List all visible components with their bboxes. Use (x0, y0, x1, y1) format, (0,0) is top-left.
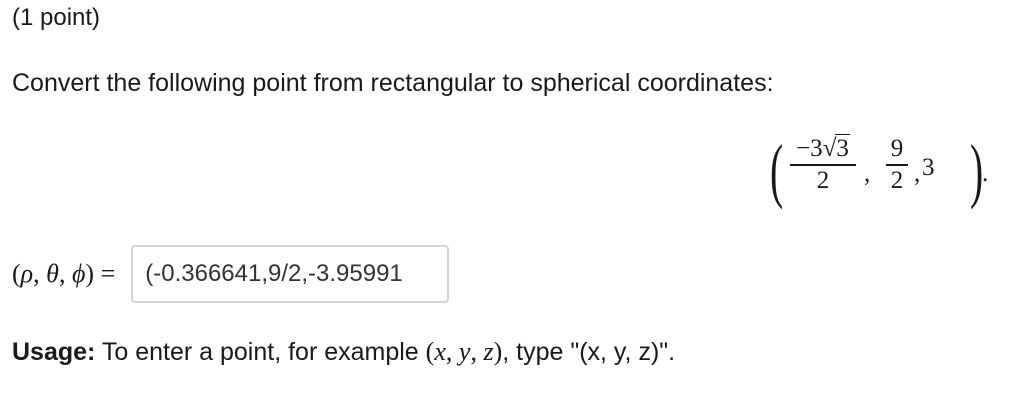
example-comma: , (470, 337, 484, 366)
y-numerator: 9 (890, 135, 904, 162)
example-z: z (483, 337, 494, 366)
label-comma: , (33, 259, 47, 288)
answer-row: (ρ, θ, ϕ) = (12, 244, 450, 304)
usage-text-after: , type "(x, y, z)". (502, 338, 676, 366)
phi-symbol: ϕ (71, 259, 86, 288)
separator-comma: , (914, 160, 921, 187)
usage-text-before: To enter a point, for example (95, 338, 426, 366)
open-paren: ( (770, 130, 784, 210)
x-fraction: −3√3 2 (790, 134, 856, 196)
x-numerator-radicand: 3 (835, 134, 850, 162)
example-y: y (458, 337, 471, 366)
example-x: x (434, 337, 446, 366)
end-dot: . (982, 160, 989, 187)
problem-prompt: Convert the following point from rectang… (12, 69, 774, 97)
y-denominator: 2 (890, 166, 904, 194)
usage-label: Usage: (12, 338, 96, 366)
answer-input[interactable] (131, 245, 450, 303)
usage-example: (x, y, z) (426, 337, 503, 366)
x-numerator-coefficient: −3 (796, 135, 823, 162)
usage-hint: Usage: To enter a point, for example (x,… (12, 337, 675, 367)
answer-label: (ρ, θ, ϕ) = (12, 259, 115, 289)
example-comma: , (445, 337, 459, 366)
point-display: ( −3√3 2 , 9 2 , 3 ) . (770, 128, 990, 218)
example-close-paren: ) (493, 337, 503, 366)
points-label: (1 point) (12, 4, 101, 31)
theta-symbol: θ (46, 259, 59, 288)
label-comma: , (58, 259, 72, 288)
label-open-paren: ( (12, 259, 21, 288)
y-fraction: 9 2 (886, 134, 908, 196)
rho-symbol: ρ (20, 259, 34, 288)
separator-comma: , (864, 160, 871, 187)
equals-sign: = (94, 259, 116, 288)
label-close-paren: ) (85, 259, 95, 288)
x-numerator: −3√3 (790, 134, 856, 164)
x-denominator: 2 (816, 166, 830, 194)
z-value: 3 (922, 154, 935, 181)
